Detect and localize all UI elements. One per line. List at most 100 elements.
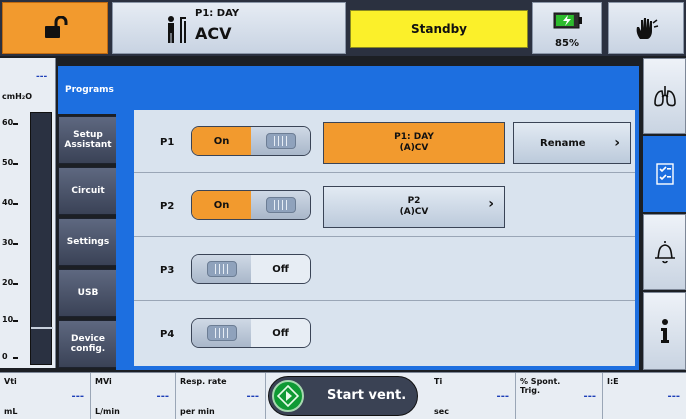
- parameter-value: ---: [246, 391, 259, 402]
- menu-item-setup-assistant[interactable]: Setup Assistant: [58, 116, 118, 164]
- program-toggle[interactable]: Off: [191, 318, 311, 348]
- lungs-icon: [653, 86, 676, 107]
- program-toggle[interactable]: Off: [191, 254, 311, 284]
- pressure-bar: --- cmH₂O 60 50 40 30 20 10 0: [0, 58, 56, 368]
- program-row: P3 Off: [134, 238, 635, 301]
- battery-icon: [553, 12, 582, 29]
- rename-label: Rename: [540, 137, 586, 149]
- program-name: P1: DAY: [195, 8, 240, 19]
- chevron-right-icon: ›: [614, 135, 620, 151]
- program-button-mode: (A)CV: [399, 207, 429, 217]
- toggle-off-label: Off: [251, 319, 310, 347]
- unlock-button[interactable]: [2, 2, 108, 54]
- pressure-tick-label: 50: [2, 158, 14, 167]
- parameter-title: Vti: [4, 377, 17, 386]
- parameter-value: ---: [583, 391, 596, 402]
- alarms-button[interactable]: [643, 214, 686, 290]
- parameter-title: Ti: [434, 377, 443, 386]
- menu-item-settings[interactable]: Settings: [58, 218, 118, 266]
- parameter-value: ---: [667, 391, 680, 402]
- parameter-unit: per min: [180, 407, 215, 416]
- menu-item-usb[interactable]: USB: [58, 269, 118, 317]
- parameter-spont-trig: % Spont. Trig. ---: [516, 373, 603, 419]
- toggle-grip: [192, 319, 251, 347]
- parameter-vti: Vti mL ---: [0, 373, 91, 419]
- start-ventilation-button[interactable]: Start vent.: [268, 376, 418, 416]
- monitoring-button[interactable]: [643, 58, 686, 134]
- pressure-gauge: [30, 112, 53, 365]
- pressure-marker: [31, 327, 53, 329]
- parameter-title: MVi: [95, 377, 112, 386]
- program-button-name: P2: [407, 196, 421, 206]
- program-select-button[interactable]: P2 (A)CV ›: [323, 186, 505, 228]
- start-icon: [272, 380, 304, 412]
- parameter-unit: sec: [434, 407, 449, 416]
- top-bar: P1: DAY ACV Standby 85%: [0, 0, 686, 56]
- parameter-title: I:E: [607, 377, 619, 386]
- checklist-icon: [655, 163, 674, 185]
- parameter-title: % Spont. Trig.: [520, 377, 561, 395]
- rename-button[interactable]: Rename ›: [513, 122, 631, 164]
- status-banner: Standby: [350, 10, 528, 48]
- parameter-unit: L/min: [95, 407, 120, 416]
- parameter-resp-rate: Resp. rate per min ---: [176, 373, 266, 419]
- info-icon: [660, 319, 669, 343]
- parameter-ie: I:E ---: [603, 373, 686, 419]
- ventilation-mode: ACV: [195, 24, 232, 43]
- program-id: P2: [160, 201, 175, 212]
- pressure-tick: [13, 243, 18, 245]
- program-toggle[interactable]: On: [191, 126, 311, 156]
- active-program-box[interactable]: P1: DAY ACV: [112, 2, 346, 54]
- hand-alarm-icon: [636, 18, 659, 39]
- start-ventilation-label: Start vent.: [327, 388, 407, 403]
- program-row: P2 On P2 (A)CV ›: [134, 174, 635, 237]
- parameter-value: ---: [156, 391, 169, 402]
- menu-item-circuit[interactable]: Circuit: [58, 167, 118, 215]
- toggle-grip: [251, 127, 310, 155]
- pressure-tick: [13, 357, 18, 359]
- pressure-tick: [13, 283, 18, 285]
- toggle-off-label: Off: [251, 255, 310, 283]
- program-row: P4 Off: [134, 302, 635, 365]
- program-row: P1 On P1: DAY (A)CV Rename ›: [134, 110, 635, 173]
- menu-item-device-config[interactable]: Device config.: [58, 320, 118, 368]
- program-select-button[interactable]: P1: DAY (A)CV: [323, 122, 505, 164]
- pressure-tick: [13, 320, 18, 322]
- battery-indicator: 85%: [532, 2, 602, 54]
- pressure-tick: [13, 123, 18, 125]
- bell-icon: [654, 241, 675, 264]
- parameter-unit: mL: [4, 407, 18, 416]
- toggle-on-label: On: [192, 191, 251, 219]
- toggle-on-label: On: [192, 127, 251, 155]
- programs-tab-header: [116, 66, 639, 110]
- parameter-value: ---: [496, 391, 509, 402]
- pressure-tick: [13, 203, 18, 205]
- pressure-tick-label: 10: [2, 315, 14, 324]
- patient-icon: [168, 16, 186, 43]
- pressure-tick-label: 60: [2, 118, 14, 127]
- pressure-value: ---: [36, 72, 48, 82]
- program-button-name: P1: DAY: [394, 132, 434, 142]
- pressure-tick-label: 30: [2, 238, 14, 247]
- pressure-tick-label: 0: [2, 352, 8, 361]
- toggle-grip: [192, 255, 251, 283]
- pressure-tick: [13, 163, 18, 165]
- parameter-value: ---: [71, 391, 84, 402]
- parameter-title: Resp. rate: [180, 377, 227, 386]
- pressure-tick-label: 20: [2, 278, 14, 287]
- program-id: P3: [160, 265, 175, 276]
- parameter-mvi: MVi L/min ---: [91, 373, 176, 419]
- setup-button[interactable]: [643, 136, 686, 212]
- toggle-grip: [251, 191, 310, 219]
- chevron-right-icon: ›: [488, 196, 494, 212]
- menu-item-programs[interactable]: Programs: [58, 66, 118, 114]
- battery-percent: 85%: [555, 38, 579, 49]
- program-id: P1: [160, 137, 175, 148]
- manual-alarm-button[interactable]: [608, 2, 684, 54]
- program-id: P4: [160, 329, 175, 340]
- pressure-tick-label: 40: [2, 198, 14, 207]
- parameter-ti: Ti sec ---: [430, 373, 516, 419]
- info-button[interactable]: [643, 292, 686, 370]
- program-toggle[interactable]: On: [191, 190, 311, 220]
- program-list: P1 On P1: DAY (A)CV Rename › P2 On P2 (A…: [134, 110, 635, 366]
